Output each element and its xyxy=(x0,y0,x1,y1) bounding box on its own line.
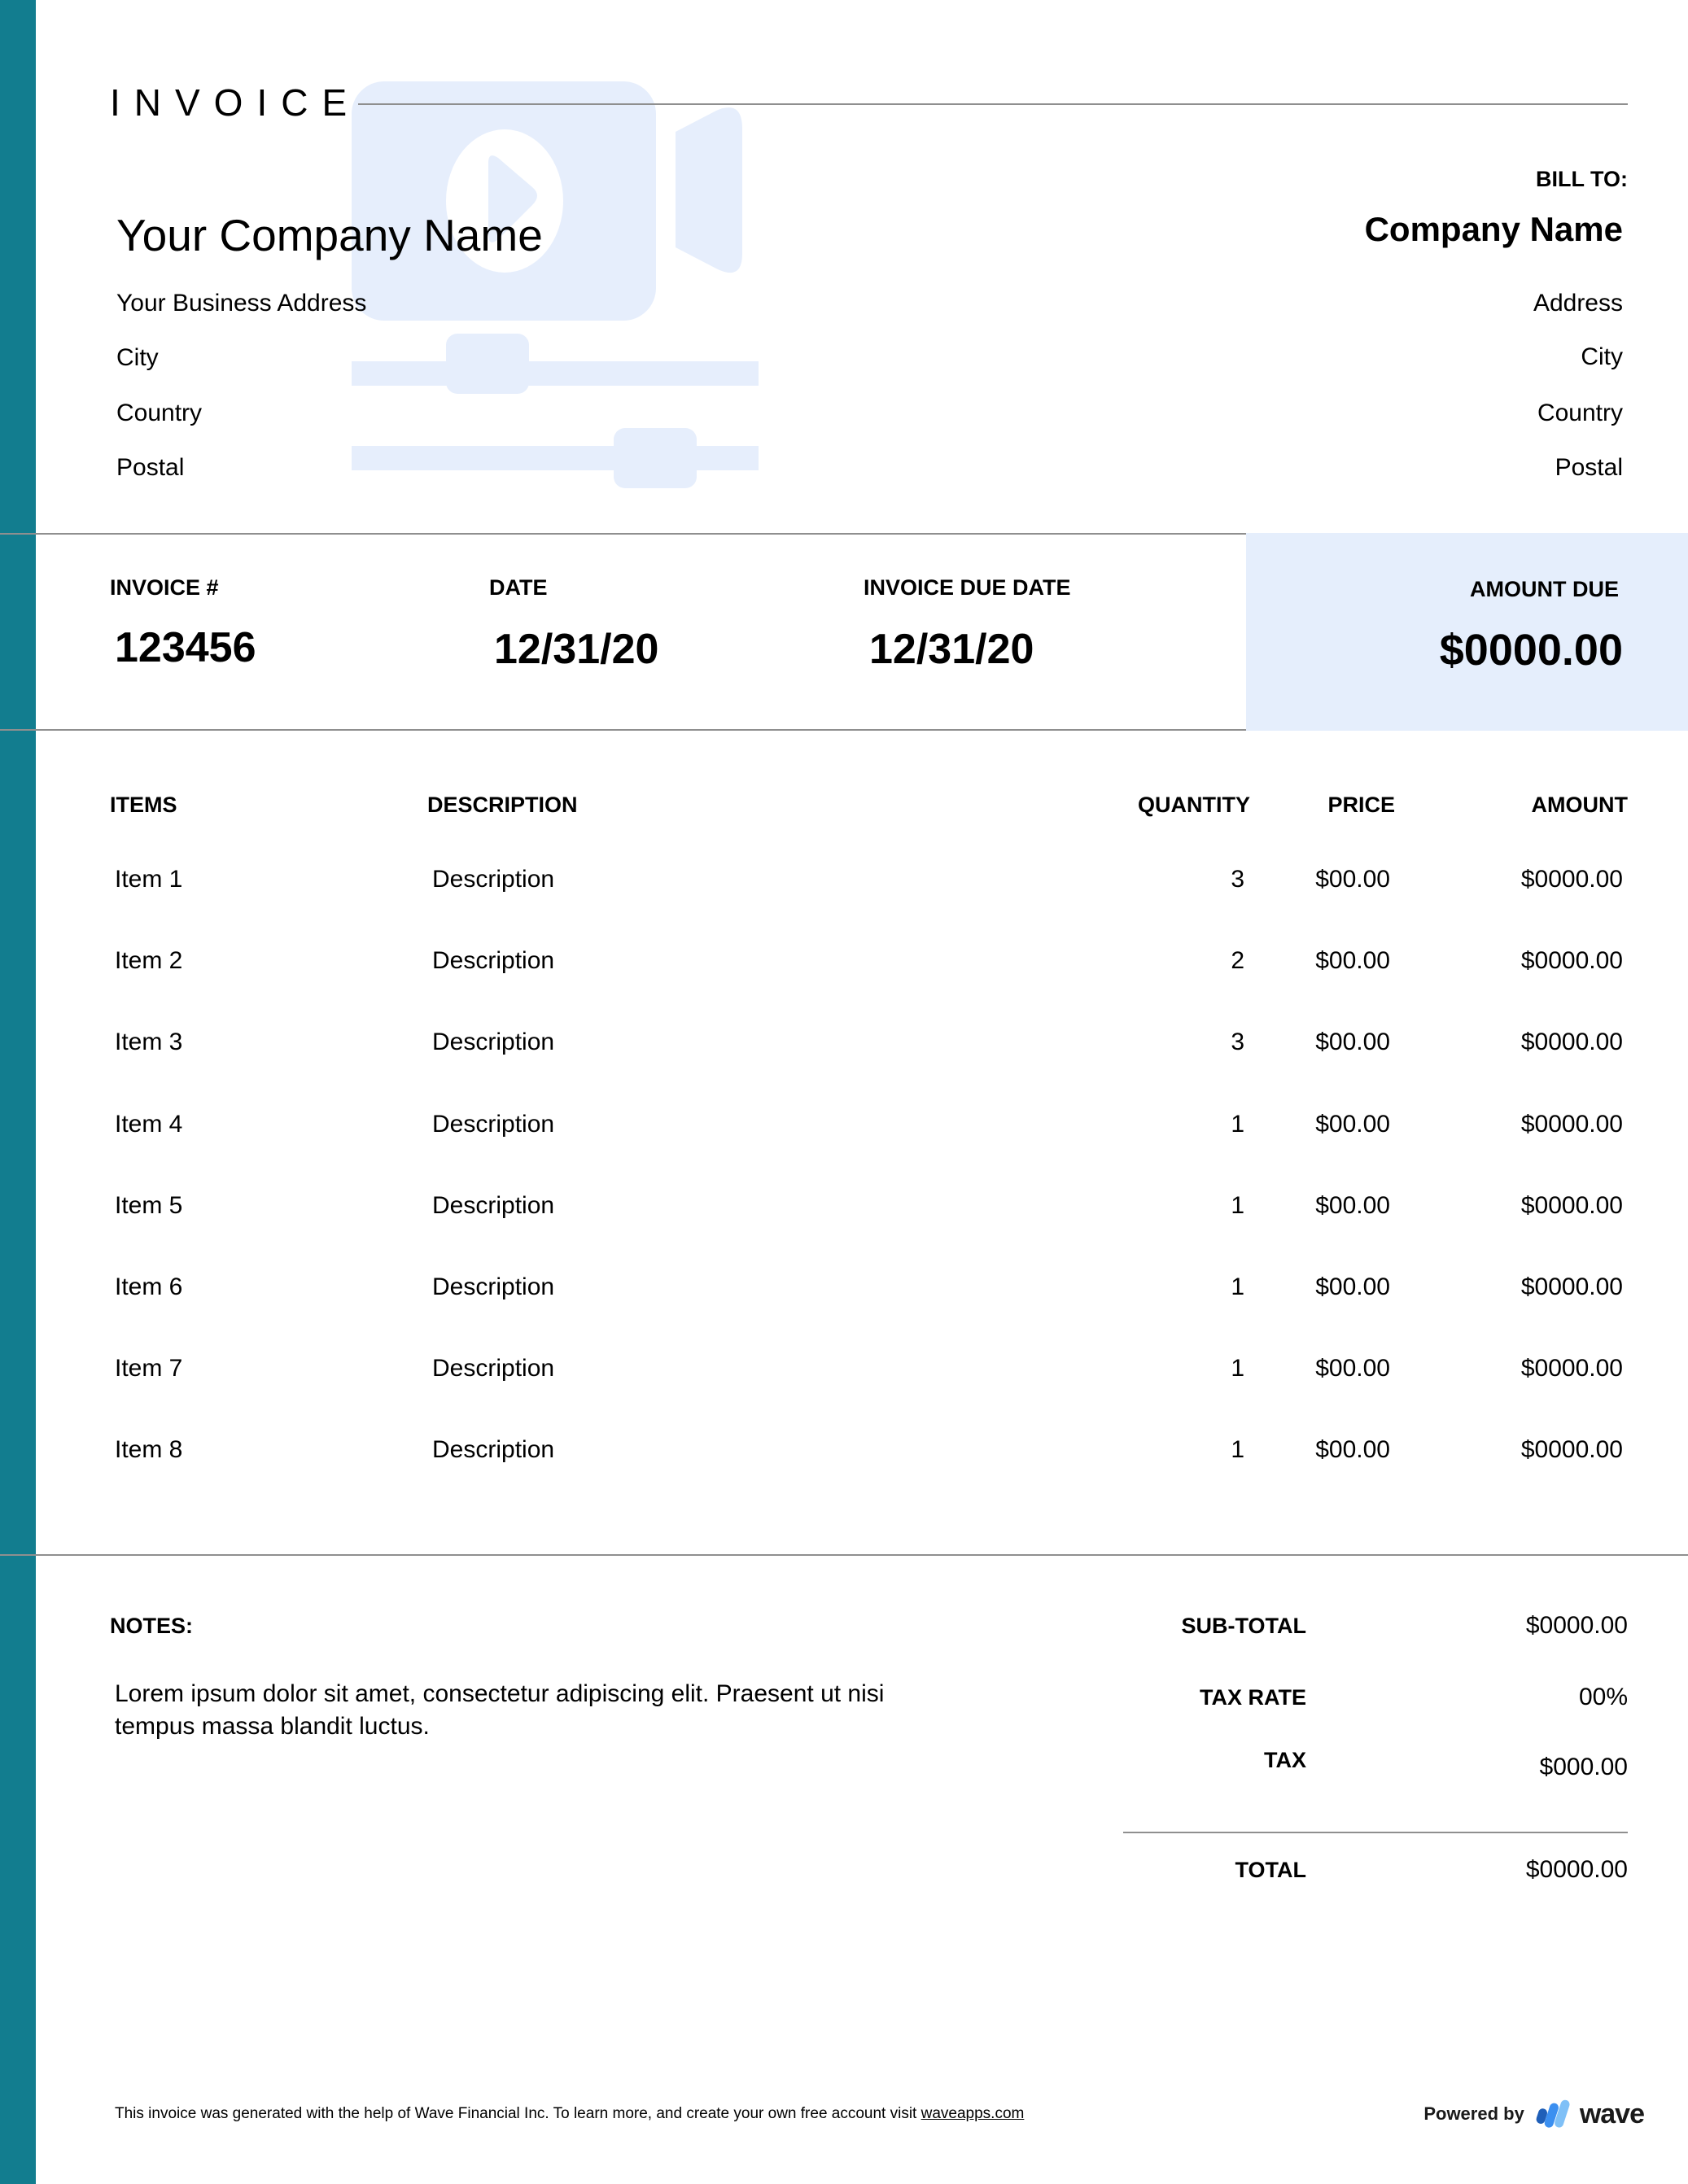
totals-divider xyxy=(1123,1832,1628,1833)
subtotal-value: $0000.00 xyxy=(1525,1612,1628,1639)
tax-rate-value[interactable]: 00% xyxy=(1579,1683,1628,1712)
item-name-cell[interactable]: Item 8 xyxy=(115,1435,182,1465)
sender-country[interactable]: Country xyxy=(116,399,202,428)
bill-to-address[interactable]: Address xyxy=(1533,289,1623,318)
item-quantity-cell[interactable]: 1 xyxy=(1231,1273,1244,1302)
powered-by-wave[interactable]: Powered by wave xyxy=(1423,2098,1645,2130)
date-value[interactable]: 12/31/20 xyxy=(494,624,658,675)
item-quantity-cell[interactable]: 1 xyxy=(1231,1435,1244,1465)
sender-city[interactable]: City xyxy=(116,343,159,373)
item-description-cell[interactable]: Description xyxy=(432,1435,554,1465)
invoice-number-value[interactable]: 123456 xyxy=(115,622,256,673)
column-header-quantity: QUANTITY xyxy=(1138,793,1250,817)
notes-label: NOTES: xyxy=(110,1614,194,1638)
column-header-items: ITEMS xyxy=(110,793,177,817)
wave-logo-icon xyxy=(1536,2099,1570,2128)
meta-bottom-divider xyxy=(0,729,1246,731)
column-header-price: PRICE xyxy=(1327,793,1395,817)
title-divider xyxy=(358,103,1628,105)
table-bottom-divider xyxy=(0,1554,1688,1556)
item-quantity-cell[interactable]: 1 xyxy=(1231,1191,1244,1221)
footer-note: This invoice was generated with the help… xyxy=(115,2104,1024,2124)
bill-to-country[interactable]: Country xyxy=(1537,399,1623,428)
item-amount-cell[interactable]: $0000.00 xyxy=(1521,865,1623,894)
item-amount-cell[interactable]: $0000.00 xyxy=(1521,1028,1623,1057)
item-description-cell[interactable]: Description xyxy=(432,946,554,976)
video-camera-icon xyxy=(352,81,759,488)
item-description-cell[interactable]: Description xyxy=(432,1273,554,1302)
tax-value: $000.00 xyxy=(1539,1754,1628,1780)
item-name-cell[interactable]: Item 6 xyxy=(115,1273,182,1302)
sender-company-name[interactable]: Your Company Name xyxy=(116,208,543,262)
item-price-cell[interactable]: $00.00 xyxy=(1315,1435,1390,1465)
item-amount-cell[interactable]: $0000.00 xyxy=(1521,1435,1623,1465)
item-name-cell[interactable]: Item 7 xyxy=(115,1354,182,1383)
bill-to-city[interactable]: City xyxy=(1581,343,1623,372)
bill-to-postal[interactable]: Postal xyxy=(1555,453,1623,483)
total-value: $0000.00 xyxy=(1525,1856,1628,1883)
notes-text[interactable]: Lorem ipsum dolor sit amet, consectetur … xyxy=(115,1678,929,1743)
item-description-cell[interactable]: Description xyxy=(432,1191,554,1221)
item-price-cell[interactable]: $00.00 xyxy=(1315,946,1390,976)
item-amount-cell[interactable]: $0000.00 xyxy=(1521,1110,1623,1139)
item-quantity-cell[interactable]: 3 xyxy=(1231,865,1244,894)
amount-due-value: $0000.00 xyxy=(1439,626,1623,675)
accent-sidebar xyxy=(0,0,36,2184)
item-price-cell[interactable]: $00.00 xyxy=(1315,865,1390,894)
date-label: DATE xyxy=(489,575,548,600)
item-price-cell[interactable]: $00.00 xyxy=(1315,1110,1390,1139)
total-label: TOTAL xyxy=(1235,1858,1307,1882)
tax-label: TAX xyxy=(1264,1748,1306,1772)
document-title: INVOICE xyxy=(110,81,361,124)
meta-top-divider xyxy=(0,533,1246,535)
item-price-cell[interactable]: $00.00 xyxy=(1315,1273,1390,1302)
item-amount-cell[interactable]: $0000.00 xyxy=(1521,1273,1623,1302)
item-description-cell[interactable]: Description xyxy=(432,1028,554,1057)
item-quantity-cell[interactable]: 3 xyxy=(1231,1028,1244,1057)
subtotal-label: SUB-TOTAL xyxy=(1181,1614,1306,1638)
column-header-description: DESCRIPTION xyxy=(427,793,578,817)
item-name-cell[interactable]: Item 4 xyxy=(115,1110,182,1139)
item-amount-cell[interactable]: $0000.00 xyxy=(1521,1191,1623,1221)
bill-to-company-name[interactable]: Company Name xyxy=(1365,208,1623,251)
item-name-cell[interactable]: Item 3 xyxy=(115,1028,182,1057)
item-price-cell[interactable]: $00.00 xyxy=(1315,1354,1390,1383)
item-amount-cell[interactable]: $0000.00 xyxy=(1521,1354,1623,1383)
item-name-cell[interactable]: Item 1 xyxy=(115,865,182,894)
footer-text: This invoice was generated with the help… xyxy=(115,2105,921,2122)
column-header-amount: AMOUNT xyxy=(1531,793,1628,817)
item-quantity-cell[interactable]: 1 xyxy=(1231,1354,1244,1383)
item-amount-cell[interactable]: $0000.00 xyxy=(1521,946,1623,976)
item-description-cell[interactable]: Description xyxy=(432,1110,554,1139)
due-date-value[interactable]: 12/31/20 xyxy=(869,624,1034,675)
item-price-cell[interactable]: $00.00 xyxy=(1315,1191,1390,1221)
powered-by-label: Powered by xyxy=(1423,2103,1524,2124)
item-quantity-cell[interactable]: 1 xyxy=(1231,1110,1244,1139)
due-date-label: INVOICE DUE DATE xyxy=(864,575,1071,600)
sender-postal[interactable]: Postal xyxy=(116,453,184,483)
item-description-cell[interactable]: Description xyxy=(432,865,554,894)
bill-to-label: BILL TO: xyxy=(1536,167,1628,191)
item-name-cell[interactable]: Item 2 xyxy=(115,946,182,976)
wave-brand-name: wave xyxy=(1579,2098,1645,2129)
item-quantity-cell[interactable]: 2 xyxy=(1231,946,1244,976)
invoice-number-label: INVOICE # xyxy=(110,575,219,600)
waveapps-link[interactable]: waveapps.com xyxy=(921,2105,1025,2122)
item-price-cell[interactable]: $00.00 xyxy=(1315,1028,1390,1057)
item-name-cell[interactable]: Item 5 xyxy=(115,1191,182,1221)
sender-address[interactable]: Your Business Address xyxy=(116,289,366,318)
tax-rate-label: TAX RATE xyxy=(1200,1685,1306,1710)
item-description-cell[interactable]: Description xyxy=(432,1354,554,1383)
amount-due-label: AMOUNT DUE xyxy=(1470,577,1619,601)
